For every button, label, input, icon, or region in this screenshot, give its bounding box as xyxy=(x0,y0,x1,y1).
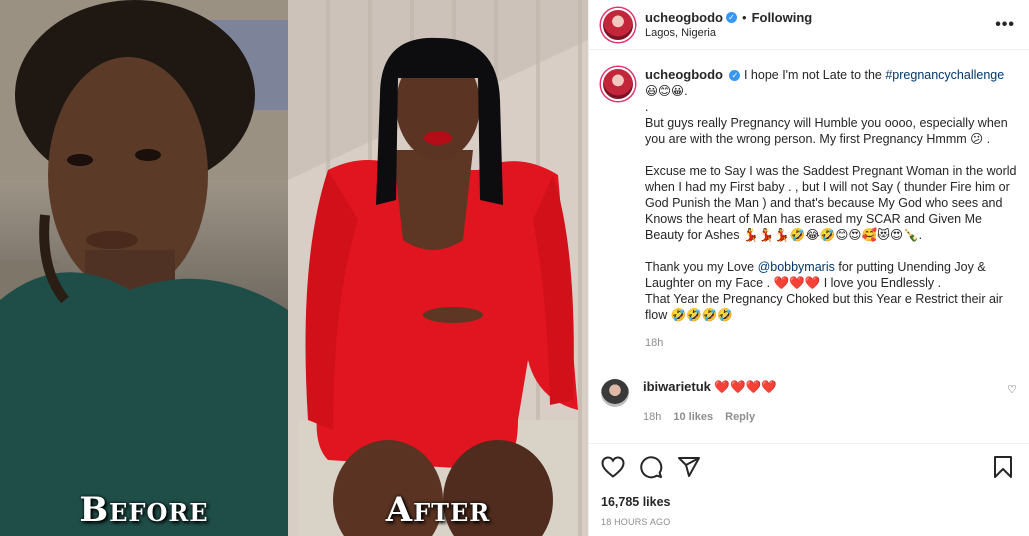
caption-line5: Excuse me to Say I was the Saddest Pregn… xyxy=(645,164,1017,242)
comment-like-icon[interactable]: ♡ xyxy=(1007,383,1017,396)
caption-line3: But guys really Pregnancy will Humble yo… xyxy=(645,116,1008,146)
post-media[interactable]: Before After xyxy=(0,0,588,536)
caption-username[interactable]: ucheogbodo xyxy=(645,67,723,82)
comment-time[interactable]: 18h xyxy=(643,411,661,423)
caption: ucheogbodo ✓ I hope I'm not Late to the … xyxy=(601,67,1017,351)
share-paper-plane-icon[interactable] xyxy=(677,455,701,479)
separator-dot: • xyxy=(742,10,747,25)
post-header: ucheogbodo ✓ • Following Lagos, Nigeria … xyxy=(589,0,1029,50)
author-username[interactable]: ucheogbodo xyxy=(645,10,723,25)
hashtag-link[interactable]: #pregnancychallenge xyxy=(885,68,1004,82)
caption-line7-pre: Thank you my Love xyxy=(645,260,758,274)
caption-time[interactable]: 18h xyxy=(645,335,1017,351)
comment-item: ibiwarietuk ❤️❤️❤️❤️ 18h 10 likes Reply … xyxy=(601,379,1017,423)
after-photo-illustration xyxy=(288,0,588,536)
caption-intro: I hope I'm not Late to the xyxy=(743,68,886,82)
post-timestamp[interactable]: 18 HOURS AGO xyxy=(601,517,1017,527)
post-sidebar: ucheogbodo ✓ • Following Lagos, Nigeria … xyxy=(588,0,1029,536)
author-info: ucheogbodo ✓ • Following Lagos, Nigeria xyxy=(645,10,995,39)
reply-button[interactable]: Reply xyxy=(725,411,755,423)
comment-likes[interactable]: 10 likes xyxy=(673,411,713,423)
commenter-username[interactable]: ibiwarietuk xyxy=(643,379,711,394)
mention-link[interactable]: @bobbymaris xyxy=(758,260,835,274)
before-label: Before xyxy=(79,490,209,530)
caption-avatar[interactable] xyxy=(601,67,635,101)
caption-line1-tail: 😃😊😀. xyxy=(645,84,688,98)
caption-line6 xyxy=(645,243,1017,259)
after-label: After xyxy=(385,490,491,530)
more-options-icon[interactable]: ••• xyxy=(995,16,1015,34)
caption-line2: . xyxy=(645,100,649,114)
likes-count[interactable]: 16,785 likes xyxy=(601,495,1017,509)
caption-line4 xyxy=(645,147,1017,163)
like-heart-icon[interactable] xyxy=(601,456,625,478)
comment-bubble-icon[interactable] xyxy=(639,455,663,479)
comments-section: ucheogbodo ✓ I hope I'm not Late to the … xyxy=(589,51,1029,443)
save-bookmark-icon[interactable] xyxy=(993,455,1013,479)
action-icons xyxy=(601,454,1017,480)
verified-badge-icon: ✓ xyxy=(726,12,737,23)
post-location[interactable]: Lagos, Nigeria xyxy=(645,27,995,39)
post-actions: 16,785 likes 18 HOURS AGO xyxy=(589,443,1029,527)
caption-line8: That Year the Pregnancy Choked but this … xyxy=(645,292,1003,322)
verified-badge-icon: ✓ xyxy=(729,70,741,82)
commenter-avatar[interactable] xyxy=(601,379,629,407)
following-button[interactable]: Following xyxy=(752,10,813,25)
caption-text: ucheogbodo ✓ I hope I'm not Late to the … xyxy=(645,67,1017,351)
before-photo: Before xyxy=(0,0,288,536)
comment-text: ❤️❤️❤️❤️ xyxy=(710,380,777,394)
comment-meta: 18h 10 likes Reply xyxy=(643,411,1007,423)
before-photo-illustration xyxy=(0,0,288,536)
author-avatar[interactable] xyxy=(601,7,635,42)
after-photo: After xyxy=(288,0,588,536)
comment-content: ibiwarietuk ❤️❤️❤️❤️ 18h 10 likes Reply xyxy=(643,379,1007,423)
